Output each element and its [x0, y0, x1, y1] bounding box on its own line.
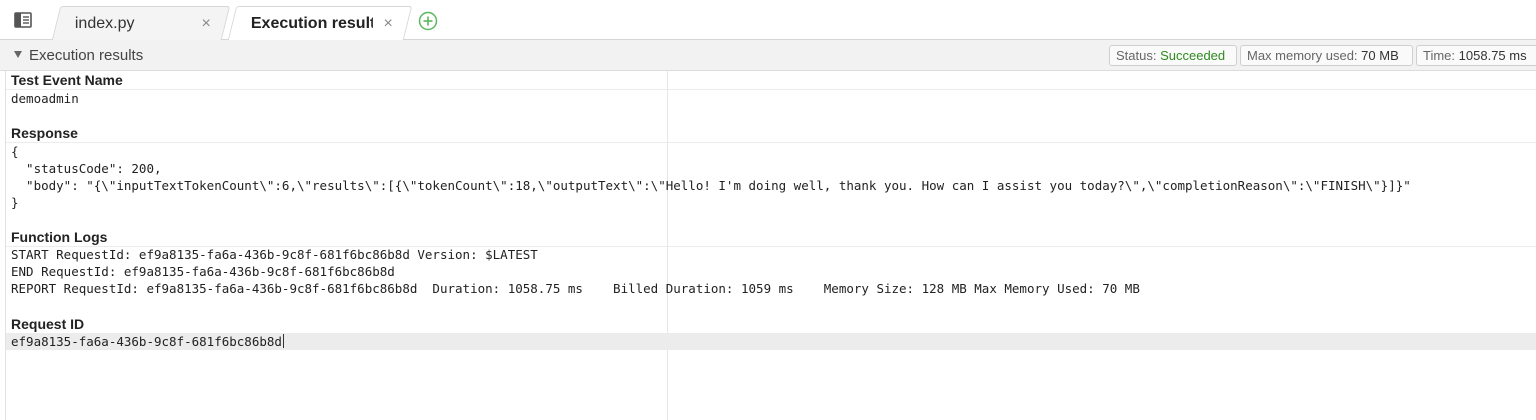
collapse-caret-icon[interactable] [14, 51, 22, 58]
close-icon[interactable]: × [384, 7, 393, 41]
test-event-title: Test Event Name [11, 72, 123, 88]
text-cursor [282, 334, 284, 348]
time-value: 1058.75 ms [1458, 48, 1527, 63]
log-line: REPORT RequestId: ef9a8135-fa6a-436b-9c8… [11, 281, 1140, 296]
memory-badge: Max memory used: 70 MB [1240, 45, 1413, 66]
panel-toggle-icon[interactable] [14, 12, 32, 28]
results-title[interactable]: Execution results [29, 47, 143, 64]
tab-index-py[interactable]: index.py × [51, 6, 231, 41]
status-label: Status: [1116, 48, 1157, 63]
test-event-value: demoadmin [11, 91, 79, 106]
tab-execution-results[interactable]: Execution results × [227, 6, 413, 41]
status-badge: Status: Succeeded [1109, 45, 1237, 66]
log-line: END RequestId: ef9a8135-fa6a-436b-9c8f-6… [11, 264, 395, 279]
response-line: } [11, 195, 19, 210]
function-logs-title: Function Logs [11, 229, 108, 245]
add-tab-icon[interactable] [418, 11, 438, 31]
request-id-text: ef9a8135-fa6a-436b-9c8f-681f6bc86b8d [11, 334, 282, 349]
memory-label: Max memory used: [1247, 48, 1358, 63]
close-icon[interactable]: × [202, 7, 211, 41]
tab-label: index.py [74, 15, 135, 32]
request-id-title: Request ID [11, 316, 85, 332]
request-id-value[interactable]: ef9a8135-fa6a-436b-9c8f-681f6bc86b8d [11, 333, 284, 350]
time-label: Time: [1423, 48, 1456, 63]
response-title: Response [11, 125, 78, 141]
results-content[interactable]: Test Event Name demoadmin Response { "st… [0, 71, 1536, 420]
log-line: START RequestId: ef9a8135-fa6a-436b-9c8f… [11, 247, 538, 262]
response-line: "body": "{\"inputTextTokenCount\":6,\"re… [11, 178, 1411, 193]
divider [6, 89, 1536, 90]
results-header: Execution results Status: Succeeded Max … [0, 40, 1536, 71]
response-line: "statusCode": 200, [11, 161, 162, 176]
divider [6, 142, 1536, 143]
memory-value: 70 MB [1361, 48, 1399, 63]
tab-label: Execution results [250, 15, 373, 32]
response-line: { [11, 144, 19, 159]
tab-bar: index.py × Execution results × [0, 0, 1536, 40]
status-value: Succeeded [1160, 48, 1226, 63]
time-badge: Time: 1058.75 ms [1416, 45, 1536, 66]
